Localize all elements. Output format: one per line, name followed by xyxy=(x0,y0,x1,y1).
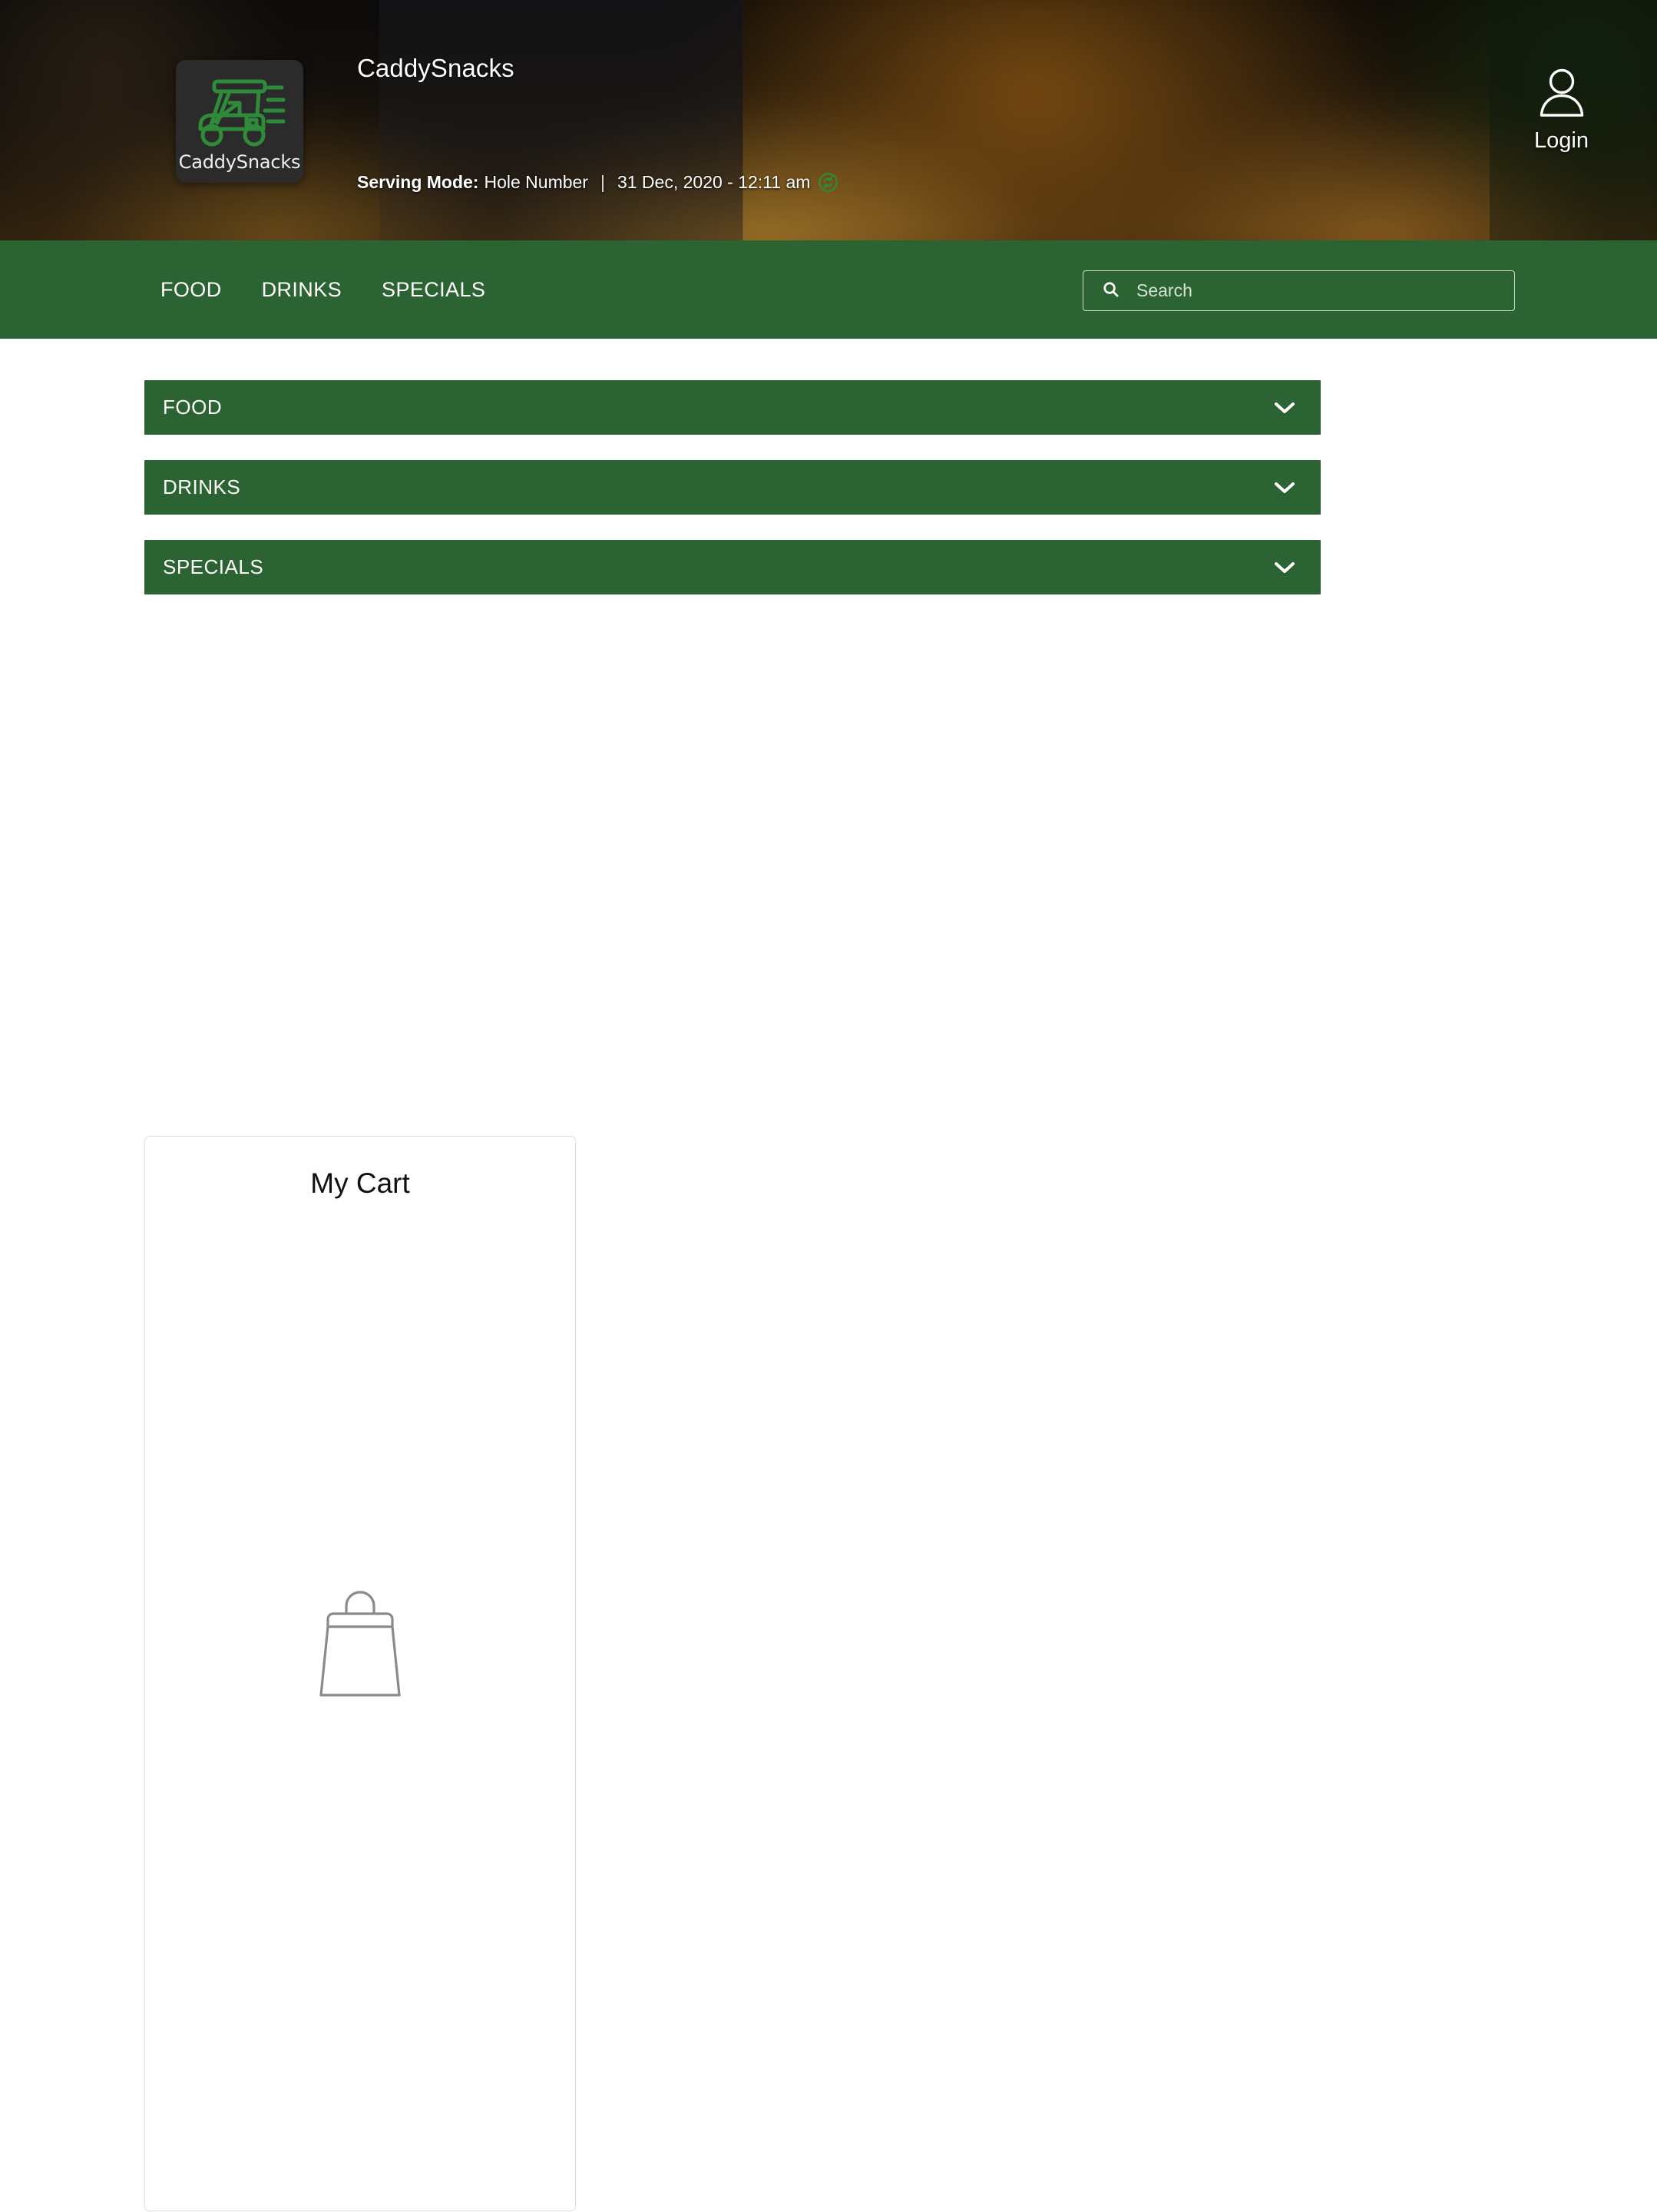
refresh-icon[interactable] xyxy=(818,172,838,193)
brand-logo-caption: CaddySnacks xyxy=(178,151,301,173)
chevron-down-icon[interactable] xyxy=(1274,481,1295,495)
serving-mode-bar: Serving Mode: Hole Number | 31 Dec, 2020… xyxy=(357,172,838,193)
nav-links: FOOD DRINKS SPECIALS xyxy=(160,278,525,302)
chevron-down-icon[interactable] xyxy=(1274,401,1295,415)
golf-cart-icon xyxy=(191,69,288,149)
accordion-specials-label: SPECIALS xyxy=(163,555,264,578)
page-title: CaddySnacks xyxy=(357,54,514,82)
login-button[interactable]: Login xyxy=(1534,68,1589,154)
serving-mode-label: Serving Mode: xyxy=(357,172,479,192)
nav-item-drinks[interactable]: DRINKS xyxy=(262,278,342,302)
cart-title: My Cart xyxy=(310,1167,410,1199)
login-label: Login xyxy=(1534,128,1589,153)
brand-logo[interactable]: CaddySnacks xyxy=(176,60,303,183)
cart-empty-state xyxy=(145,1586,575,1705)
accordion-food[interactable]: FOOD xyxy=(144,380,1321,435)
accordion-specials[interactable]: SPECIALS xyxy=(144,540,1321,594)
cart-panel: My Cart xyxy=(144,1136,576,2211)
shopping-bag-icon xyxy=(310,1586,410,1705)
nav-item-food[interactable]: FOOD xyxy=(160,278,222,302)
site-header: CaddySnacks CaddySnacks Serving Mode: Ho… xyxy=(0,0,1657,240)
serving-mode-value: Hole Number xyxy=(484,172,588,192)
nav-item-specials[interactable]: SPECIALS xyxy=(382,278,485,302)
main-content: FOOD DRINKS SPECIALS My Cart xyxy=(0,339,1657,2212)
accordion-drinks[interactable]: DRINKS xyxy=(144,460,1321,515)
search-icon xyxy=(1102,280,1120,302)
accordion-drinks-label: DRINKS xyxy=(163,475,241,498)
search-input[interactable] xyxy=(1136,280,1474,301)
accordion-food-label: FOOD xyxy=(163,396,223,419)
header-datetime: 31 Dec, 2020 - 12:11 am xyxy=(617,172,811,192)
search-box[interactable] xyxy=(1083,270,1515,311)
serving-mode-separator: | xyxy=(600,172,605,192)
user-icon xyxy=(1538,68,1586,124)
category-accordion-list: FOOD DRINKS SPECIALS xyxy=(144,380,1321,620)
chevron-down-icon[interactable] xyxy=(1274,561,1295,575)
